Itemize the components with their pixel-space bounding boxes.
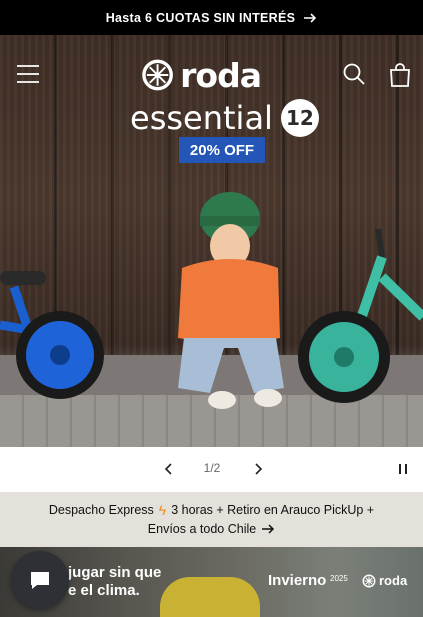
banner-logo: roda	[362, 573, 407, 588]
chevron-left-icon[interactable]	[160, 460, 178, 478]
shipping-line-1: Despacho Express ϟ 3 horas + Retiro en A…	[49, 501, 374, 520]
child-image	[178, 192, 284, 409]
chat-button[interactable]	[11, 551, 69, 609]
roda-wheel-icon	[142, 59, 173, 91]
green-bike-image	[298, 228, 423, 403]
shipping-line-2: Envíos a todo Chile	[148, 520, 275, 539]
chevron-right-icon[interactable]	[249, 460, 267, 478]
discount-badge: 20% OFF	[179, 137, 265, 163]
boot-image	[160, 577, 260, 617]
banner-season: Invierno	[268, 572, 327, 589]
announcement-text[interactable]: Hasta 6 CUOTAS SIN INTERÉS	[106, 11, 296, 25]
arrow-right-icon	[262, 524, 275, 534]
blue-bike-image	[0, 271, 104, 399]
banner-text-line-1: jugar sin que	[68, 564, 162, 581]
shipping-nationwide-text: Envíos a todo Chile	[147, 521, 257, 536]
cart-icon[interactable]	[388, 62, 412, 88]
banner-year: 2025	[330, 574, 348, 583]
banner-logo-text: roda	[379, 573, 408, 588]
roda-wheel-icon	[362, 574, 376, 587]
banner-text: jugar sin que e el clima.	[68, 564, 161, 600]
announcement-bar[interactable]: Hasta 6 CUOTAS SIN INTERÉS	[0, 0, 423, 35]
shipping-pickup-text: 3 horas + Retiro en Arauco PickUp +	[171, 502, 375, 517]
slider-controls: 1/2	[0, 447, 423, 492]
logo-text: roda	[180, 55, 262, 95]
product-title: essential 12	[130, 98, 324, 138]
product-size-badge: 12	[280, 99, 319, 137]
hero-slide[interactable]: roda essential 12 20% OFF	[0, 35, 423, 447]
shipping-express-label: Despacho Express	[48, 502, 154, 517]
product-name: essential	[130, 99, 273, 137]
chat-bubble-icon	[31, 572, 49, 589]
search-icon[interactable]	[342, 62, 366, 86]
menu-icon[interactable]	[16, 64, 40, 84]
lightning-icon: ϟ	[158, 501, 167, 518]
banner-text-line-2: e el clima.	[68, 582, 140, 599]
slide-counter: 1/2	[203, 461, 221, 475]
shipping-info[interactable]: Despacho Express ϟ 3 horas + Retiro en A…	[0, 492, 423, 547]
roda-logo[interactable]: roda	[141, 55, 262, 95]
arrow-right-icon	[304, 12, 317, 23]
pause-icon[interactable]	[395, 461, 411, 477]
